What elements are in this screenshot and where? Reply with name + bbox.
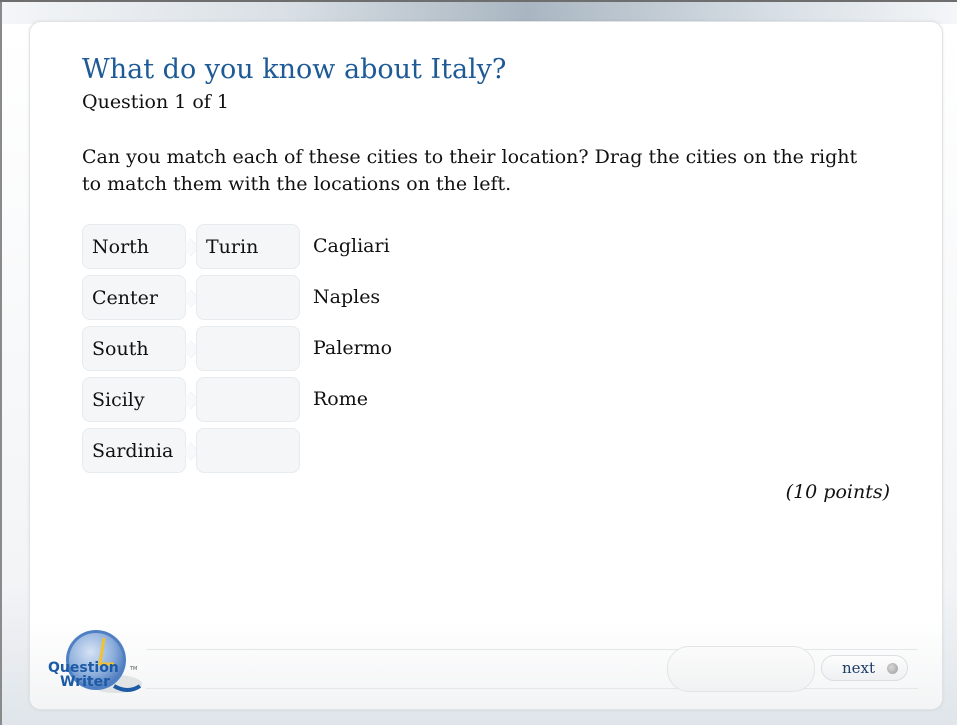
points-label: (10 points) [785,481,890,503]
svg-text:TM: TM [129,666,137,672]
location-south: South [82,326,186,371]
draggable-city-naples[interactable]: Naples [313,275,380,320]
draggable-city-palermo[interactable]: Palermo [313,326,392,371]
draggable-city-cagliari[interactable]: Cagliari [313,224,390,269]
next-label: next [842,659,876,677]
drop-slot-center[interactable] [196,275,300,320]
location-center: Center [82,275,186,320]
quiz-panel: What do you know about Italy? Question 1… [29,21,943,710]
location-sicily: Sicily [82,377,186,422]
next-indicator-icon [887,663,898,674]
location-north: North [82,224,186,269]
svg-text:Writer: Writer [60,674,110,690]
question-writer-logo-icon: Question Writer TM [48,630,142,693]
status-pill [667,646,815,692]
drop-slot-north[interactable]: Turin [196,224,300,269]
next-button[interactable]: next [821,655,908,681]
location-sardinia: Sardinia [82,428,186,473]
drop-slot-sardinia[interactable] [196,428,300,473]
question-counter: Question 1 of 1 [82,91,229,113]
question-instructions: Can you match each of these cities to th… [82,146,858,195]
draggable-city-rome[interactable]: Rome [313,377,368,422]
drop-slot-south[interactable] [196,326,300,371]
quiz-title: What do you know about Italy? [82,54,507,85]
drop-slot-sicily[interactable] [196,377,300,422]
